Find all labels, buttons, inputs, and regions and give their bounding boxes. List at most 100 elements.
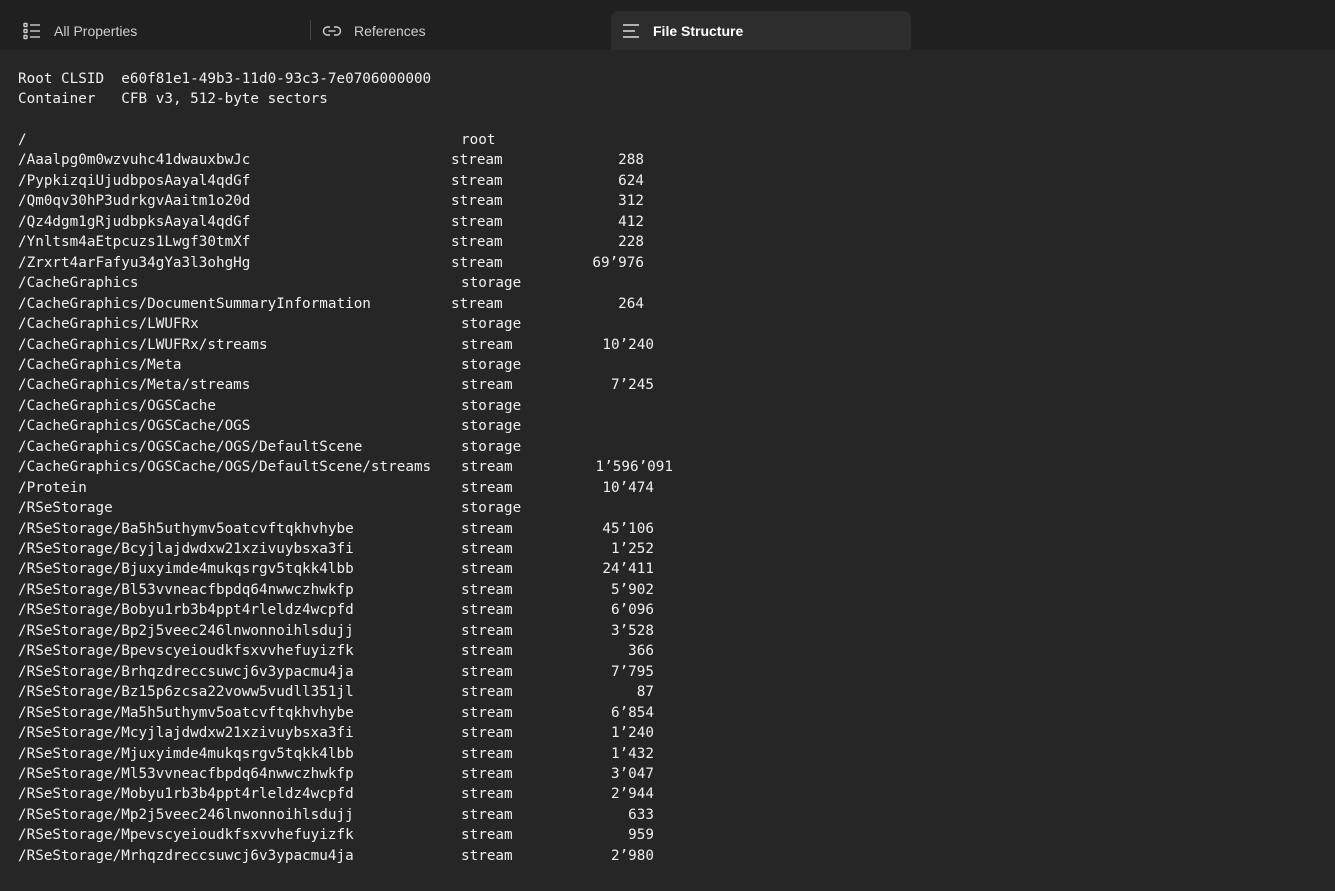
entry-type: stream	[461, 520, 513, 537]
entry-path: /	[18, 132, 27, 148]
entry-type: stream	[451, 295, 503, 312]
entry-size: 3’047	[610, 765, 654, 782]
list-item: /CacheGraphics/OGSCache/OGS storage	[18, 416, 718, 436]
entry-size: 45’106	[602, 520, 654, 537]
entry-path: /Qm0qv30hP3udrkgvAaitm1o20d	[18, 193, 251, 210]
list-item: /RSeStorage/Ml53vvneacfbpdq64nwwczhwkfp s…	[18, 764, 718, 784]
entry-type: stream	[461, 684, 513, 701]
list-item: /RSeStorage/Mjuxyimde4mukqsrgv5tqkk4lbb s…	[18, 744, 718, 764]
list-item: /CacheGraphics/OGSCache/OGS/DefaultScene…	[18, 457, 718, 477]
entry-path: /RSeStorage	[18, 500, 113, 517]
entry-path: /Zrxrt4arFafyu34gYa3l3ohgHg	[18, 254, 251, 271]
entry-size: 7’245	[610, 377, 654, 394]
entry-size: 312	[618, 193, 644, 210]
entry-size: 69’976	[592, 254, 644, 271]
entry-type: storage	[461, 418, 522, 435]
entry-path: /CacheGraphics/OGSCache/OGS/DefaultScene…	[18, 459, 432, 476]
entry-type: stream	[451, 234, 503, 251]
list-item: /RSeStorage/Mp2j5veec246lnwonnoihlsdujj s…	[18, 805, 718, 825]
entry-path: /PypkizqiUjudbposAayal4qdGf	[18, 172, 251, 189]
entry-type: stream	[461, 622, 513, 639]
entry-path: /RSeStorage/Bl53vvneacfbpdq64nwwczhwkfp	[18, 581, 354, 598]
entry-path: /RSeStorage/Ml53vvneacfbpdq64nwwczhwkfp	[18, 765, 354, 782]
tab-file-structure[interactable]: File Structure	[611, 11, 911, 50]
entry-path: /RSeStorage/Ba5h5uthymv5oatcvftqkhvhybe	[18, 520, 354, 537]
entry-path: /RSeStorage/Mp2j5veec246lnwonnoihlsdujj	[18, 806, 354, 823]
entry-type: storage	[461, 356, 522, 373]
entry-size: 366	[628, 643, 654, 660]
entry-size: 2’980	[610, 847, 654, 864]
entry-type: storage	[461, 275, 522, 292]
list-item: /RSeStorage/Bp2j5veec246lnwonnoihlsdujj s…	[18, 621, 718, 641]
entry-size: 412	[618, 213, 644, 230]
list-item: /RSeStorage/Bl53vvneacfbpdq64nwwczhwkfp s…	[18, 580, 718, 600]
entry-type: stream	[461, 459, 513, 476]
list-item: /CacheGraphics/Meta storage	[18, 355, 718, 375]
tab-label: File Structure	[653, 22, 744, 39]
tab-references[interactable]: References	[300, 11, 610, 50]
list-item: /RSeStorage storage	[18, 498, 718, 518]
entry-size: 1’252	[610, 541, 654, 557]
entry-path: /RSeStorage/Bz15p6zcsa22voww5vudll351jl	[18, 684, 354, 701]
list-item: /CacheGraphics/OGSCache storage	[18, 396, 718, 416]
entry-path: /CacheGraphics/LWUFRx/streams	[18, 336, 268, 353]
entry-path: /RSeStorage/Bcyjlajdwdxw21xzivuybsxa3fi	[18, 541, 354, 557]
entry-size: 1’240	[610, 725, 654, 742]
entry-size: 1’596’091	[595, 459, 673, 476]
entry-path: /CacheGraphics/Meta	[18, 356, 182, 373]
entry-path: /CacheGraphics	[18, 275, 139, 292]
entry-path: /Ynltsm4aEtpcuzs1Lwgf30tmXf	[18, 234, 251, 251]
root-clsid-line: Root CLSID e60f81e1-49b3-11d0-93c3-7e070…	[18, 69, 431, 89]
entry-type: stream	[461, 786, 513, 803]
entry-type: stream	[451, 172, 503, 189]
entry-type: storage	[461, 500, 522, 517]
container-value: CFB v3, 512-byte sectors	[121, 91, 328, 107]
list-item: /RSeStorage/Mobyu1rb3b4ppt4rleldz4wcpfd s…	[18, 784, 718, 804]
list-item: /RSeStorage/Bjuxyimde4mukqsrgv5tqkk4lbb s…	[18, 559, 718, 579]
container-label: Container	[18, 91, 96, 107]
list-item: /Ynltsm4aEtpcuzs1Lwgf30tmXf stream 228	[18, 232, 718, 252]
entry-type: stream	[461, 336, 513, 353]
entry-type: stream	[461, 581, 513, 598]
entry-type: stream	[461, 765, 513, 782]
list-item: /CacheGraphics storage	[18, 273, 718, 293]
entry-type: stream	[451, 213, 503, 230]
entry-type: stream	[461, 561, 513, 578]
tab-all-properties[interactable]: All Properties	[0, 11, 310, 50]
list-item: /RSeStorage/Ba5h5uthymv5oatcvftqkhvhybe s…	[18, 519, 718, 539]
container-line: Container CFB v3, 512-byte sectors	[18, 89, 328, 109]
list-item: /CacheGraphics/LWUFRx storage	[18, 314, 718, 334]
tab-label: All Properties	[54, 22, 138, 39]
entry-size: 959	[628, 827, 654, 844]
entry-type: stream	[461, 704, 513, 721]
list-item: /Zrxrt4arFafyu34gYa3l3ohgHg stream 69’976	[18, 253, 718, 273]
entry-type: stream	[461, 827, 513, 844]
entry-size: 288	[618, 152, 644, 169]
entry-path: /RSeStorage/Brhqzdreccsuwcj6v3ypacmu4ja	[18, 663, 354, 680]
entry-path: /CacheGraphics/LWUFRx	[18, 316, 199, 333]
list-item: /CacheGraphics/Meta/streams stream 7’245	[18, 375, 718, 395]
list-item: /Qm0qv30hP3udrkgvAaitm1o20d stream 312	[18, 191, 718, 211]
entry-path: /RSeStorage/Mcyjlajdwdxw21xzivuybsxa3fi	[18, 725, 354, 742]
entry-path: /RSeStorage/Bpevscyeioudkfsxvvhefuyizfk	[18, 643, 354, 660]
list-item: /RSeStorage/Bpevscyeioudkfsxvvhefuyizfk s…	[18, 641, 718, 661]
entry-type: storage	[461, 438, 522, 455]
entry-size: 633	[628, 806, 654, 823]
entry-size: 1’432	[610, 745, 654, 762]
entry-path: /RSeStorage/Bobyu1rb3b4ppt4rleldz4wcpfd	[18, 602, 354, 619]
entry-path: /RSeStorage/Bp2j5veec246lnwonnoihlsdujj	[18, 622, 354, 639]
list-item: /RSeStorage/Bobyu1rb3b4ppt4rleldz4wcpfd s…	[18, 600, 718, 620]
entry-size: 6’854	[610, 704, 654, 721]
entry-type: stream	[461, 602, 513, 619]
list-item: /Protein stream 10’474	[18, 478, 718, 498]
entry-type: stream	[461, 806, 513, 823]
entry-path: /CacheGraphics/OGSCache/OGS	[18, 418, 251, 435]
list-item: /RSeStorage/Mcyjlajdwdxw21xzivuybsxa3fi s…	[18, 723, 718, 743]
entry-size: 24’411	[602, 561, 654, 578]
entry-size: 6’096	[610, 602, 654, 619]
entry-path: /RSeStorage/Mobyu1rb3b4ppt4rleldz4wcpfd	[18, 786, 354, 803]
entry-path: /RSeStorage/Mpevscyeioudkfsxvvhefuyizfk	[18, 827, 354, 844]
list-item: /PypkizqiUjudbposAayal4qdGf stream 624	[18, 171, 718, 191]
entry-type: stream	[451, 254, 503, 271]
entry-type: stream	[451, 152, 503, 169]
